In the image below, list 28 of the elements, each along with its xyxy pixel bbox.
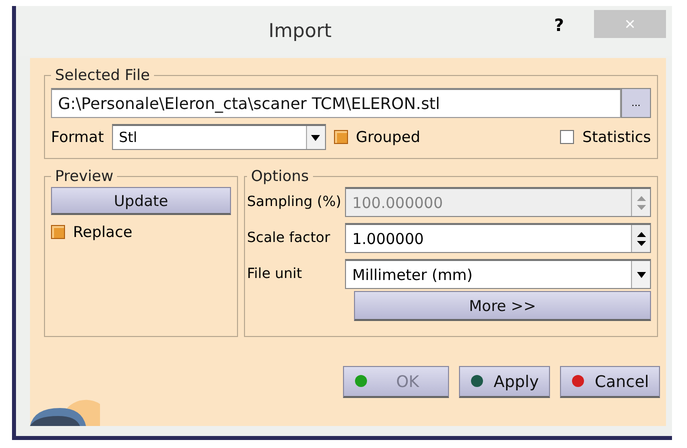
group-legend: Selected File	[51, 66, 154, 84]
file-path-field[interactable]: G:\Personale\Eleron_cta\scaner TCM\ELERON.stl	[51, 88, 621, 118]
grouped-label: Grouped	[356, 128, 420, 146]
dialog-button[interactable]: Cancel	[560, 366, 660, 398]
more-button[interactable]: More >>	[354, 291, 651, 321]
checkbox[interactable]	[334, 130, 348, 144]
checkbox[interactable]	[51, 225, 65, 239]
checkbox[interactable]	[560, 130, 574, 144]
spin-arrows-icon	[636, 194, 646, 210]
replace-label: Replace	[73, 223, 132, 241]
spin-field[interactable]: 1.000000	[345, 223, 651, 253]
format-dropdown[interactable]: Stl	[112, 124, 326, 150]
dropdown-arrow-icon	[636, 272, 646, 278]
group-legend: Preview	[51, 167, 118, 185]
field-label: Scale factor	[247, 230, 332, 246]
dialog-button[interactable]: Apply	[458, 366, 550, 398]
field-label: Sampling (%)	[247, 194, 342, 210]
field-label: File unit	[247, 266, 304, 282]
unit-dropdown[interactable]: Millimeter (mm)	[345, 259, 651, 289]
statistics-label: Statistics	[582, 128, 651, 146]
update-button[interactable]: Update	[51, 187, 231, 215]
help-button[interactable]: ?	[554, 16, 564, 36]
spin-arrows-icon	[636, 230, 646, 246]
group-legend: Options	[247, 167, 313, 185]
window-title: Import	[268, 20, 333, 42]
format-label: Format	[51, 128, 104, 146]
dropdown-arrow-icon	[311, 134, 320, 140]
browse-button[interactable]: ...	[621, 88, 651, 118]
